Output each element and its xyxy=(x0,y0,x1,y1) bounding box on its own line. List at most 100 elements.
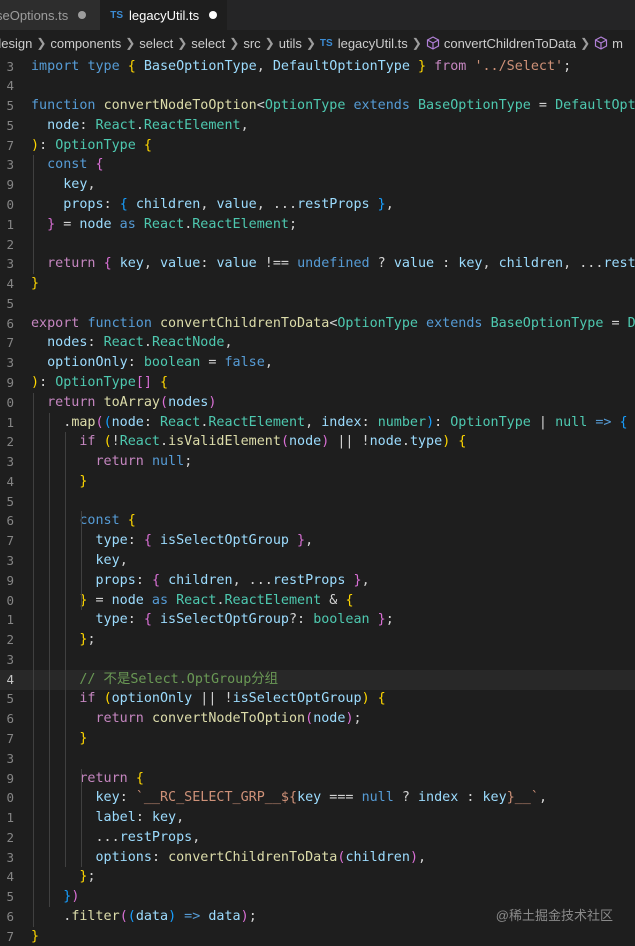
line-number[interactable]: 3 xyxy=(0,254,14,274)
code-line[interactable]: 5 function convertNodeToOption<OptionType… xyxy=(0,96,635,116)
code-line[interactable]: 7 type: { isSelectOptGroup }, xyxy=(0,531,635,551)
line-number[interactable]: 3 xyxy=(0,848,14,868)
line-number[interactable]: 3 xyxy=(0,57,14,77)
code-line[interactable]: 7): OptionType { xyxy=(0,136,635,156)
code-line[interactable]: 4 } xyxy=(0,472,635,492)
code-line[interactable]: 3 import type { BaseOptionType, DefaultOp… xyxy=(0,57,635,77)
code-line[interactable]: 9 return { xyxy=(0,769,635,789)
breadcrumb-item-src[interactable]: src xyxy=(243,36,260,51)
code-line[interactable]: 2 }; xyxy=(0,630,635,650)
code-line[interactable]: 9 key, xyxy=(0,175,635,195)
code-line[interactable]: 3 xyxy=(0,650,635,670)
line-number[interactable]: 0 xyxy=(0,393,14,413)
line-number[interactable]: 9 xyxy=(0,769,14,789)
code-line[interactable]: 1 } = node as React.ReactElement; xyxy=(0,215,635,235)
breadcrumb-item-design[interactable]: design xyxy=(0,36,32,51)
code-line[interactable]: 5 xyxy=(0,492,635,512)
line-number[interactable]: 0 xyxy=(0,195,14,215)
line-number[interactable]: 2 xyxy=(0,432,14,452)
code-editor[interactable]: 3 import type { BaseOptionType, DefaultOp… xyxy=(0,56,635,946)
code-line[interactable]: 0 return toArray(nodes) xyxy=(0,393,635,413)
line-number[interactable]: 6 xyxy=(0,907,14,927)
line-number[interactable]: 4 xyxy=(0,76,14,96)
line-number[interactable]: 4 xyxy=(0,670,14,690)
line-number[interactable]: 7 xyxy=(0,927,14,946)
line-number[interactable]: 1 xyxy=(0,413,14,433)
breadcrumb-item-file[interactable]: TS legacyUtil.ts xyxy=(320,36,408,51)
line-number[interactable]: 6 xyxy=(0,709,14,729)
line-number[interactable]: 7 xyxy=(0,136,14,156)
code-line[interactable]: 7} xyxy=(0,927,635,946)
line-number[interactable]: 9 xyxy=(0,175,14,195)
line-number[interactable]: 5 xyxy=(0,116,14,136)
line-number[interactable]: 7 xyxy=(0,531,14,551)
line-number[interactable]: 4 xyxy=(0,274,14,294)
line-number[interactable]: 5 xyxy=(0,689,14,709)
code-line[interactable]: 3 return null; xyxy=(0,452,635,472)
line-number[interactable]: 3 xyxy=(0,353,14,373)
code-line[interactable]: 5 xyxy=(0,294,635,314)
tab-base-options[interactable]: seOptions.ts xyxy=(0,0,101,30)
line-number[interactable]: 3 xyxy=(0,452,14,472)
line-number[interactable]: 3 xyxy=(0,749,14,769)
code-line[interactable]: 7 nodes: React.ReactNode, xyxy=(0,333,635,353)
line-number[interactable]: 6 xyxy=(0,314,14,334)
line-number[interactable]: 0 xyxy=(0,788,14,808)
line-number[interactable]: 9 xyxy=(0,571,14,591)
code-line[interactable]: 3 xyxy=(0,749,635,769)
code-line[interactable]: 4 xyxy=(0,76,635,96)
line-number[interactable]: 2 xyxy=(0,235,14,255)
line-number[interactable]: 5 xyxy=(0,294,14,314)
line-number[interactable]: 3 xyxy=(0,155,14,175)
code-line[interactable]: 6 export function convertChildrenToData<O… xyxy=(0,314,635,334)
code-line[interactable]: 3 const { xyxy=(0,155,635,175)
line-number[interactable]: 5 xyxy=(0,887,14,907)
code-line[interactable]: 0 key: `__RC_SELECT_GRP__${key === null … xyxy=(0,788,635,808)
code-line[interactable]: 6 const { xyxy=(0,511,635,531)
line-number[interactable]: 2 xyxy=(0,630,14,650)
line-number[interactable]: 1 xyxy=(0,610,14,630)
line-number[interactable]: 9 xyxy=(0,373,14,393)
line-number[interactable]: 2 xyxy=(0,828,14,848)
tab-legacy-util[interactable]: TS legacyUtil.ts xyxy=(100,0,228,30)
breadcrumb-item-utils[interactable]: utils xyxy=(279,36,302,51)
line-number[interactable]: 7 xyxy=(0,333,14,353)
code-line[interactable]: 6 return convertNodeToOption(node); xyxy=(0,709,635,729)
breadcrumb-item-method[interactable]: m xyxy=(594,36,623,51)
code-line[interactable]: 0 } = node as React.ReactElement & { xyxy=(0,591,635,611)
line-number[interactable]: 1 xyxy=(0,215,14,235)
line-number[interactable]: 5 xyxy=(0,96,14,116)
code-line[interactable]: 9): OptionType[] { xyxy=(0,373,635,393)
code-line[interactable]: 5 if (optionOnly || !isSelectOptGroup) { xyxy=(0,689,635,709)
code-line[interactable]: 9 props: { children, ...restProps }, xyxy=(0,571,635,591)
line-number[interactable]: 5 xyxy=(0,492,14,512)
line-number[interactable]: 6 xyxy=(0,511,14,531)
code-line[interactable]: 4 // 不是Select.OptGroup分组 xyxy=(0,669,635,690)
line-number[interactable]: 1 xyxy=(0,808,14,828)
code-line[interactable]: 1 .map((node: React.ReactElement, index:… xyxy=(0,413,635,433)
code-line[interactable]: 3 optionOnly: boolean = false, xyxy=(0,353,635,373)
code-line[interactable]: 3 options: convertChildrenToData(childre… xyxy=(0,848,635,868)
line-number[interactable]: 3 xyxy=(0,551,14,571)
code-line[interactable]: 2 ...restProps, xyxy=(0,828,635,848)
code-line[interactable]: 3 return { key, value: value !== undefin… xyxy=(0,254,635,274)
line-number[interactable]: 4 xyxy=(0,472,14,492)
code-line[interactable]: 4 }; xyxy=(0,867,635,887)
code-line[interactable]: 1 label: key, xyxy=(0,808,635,828)
code-line[interactable]: 3 key, xyxy=(0,551,635,571)
code-line[interactable]: 7 } xyxy=(0,729,635,749)
breadcrumb-item-select[interactable]: select xyxy=(139,36,173,51)
code-line[interactable]: 4} xyxy=(0,274,635,294)
line-number[interactable]: 4 xyxy=(0,867,14,887)
breadcrumb-item-select-inner[interactable]: select xyxy=(191,36,225,51)
code-line[interactable]: 5 node: React.ReactElement, xyxy=(0,116,635,136)
line-number[interactable]: 0 xyxy=(0,591,14,611)
breadcrumb-item-components[interactable]: components xyxy=(50,36,121,51)
code-line[interactable]: 0 props: { children, value, ...restProps… xyxy=(0,195,635,215)
unsaved-dot-icon[interactable] xyxy=(78,11,87,19)
code-line[interactable]: 2 xyxy=(0,235,635,255)
line-number[interactable]: 3 xyxy=(0,650,14,670)
unsaved-dot-icon[interactable] xyxy=(209,11,218,19)
line-number[interactable]: 7 xyxy=(0,729,14,749)
code-line[interactable]: 2 if (!React.isValidElement(node) || !no… xyxy=(0,432,635,452)
